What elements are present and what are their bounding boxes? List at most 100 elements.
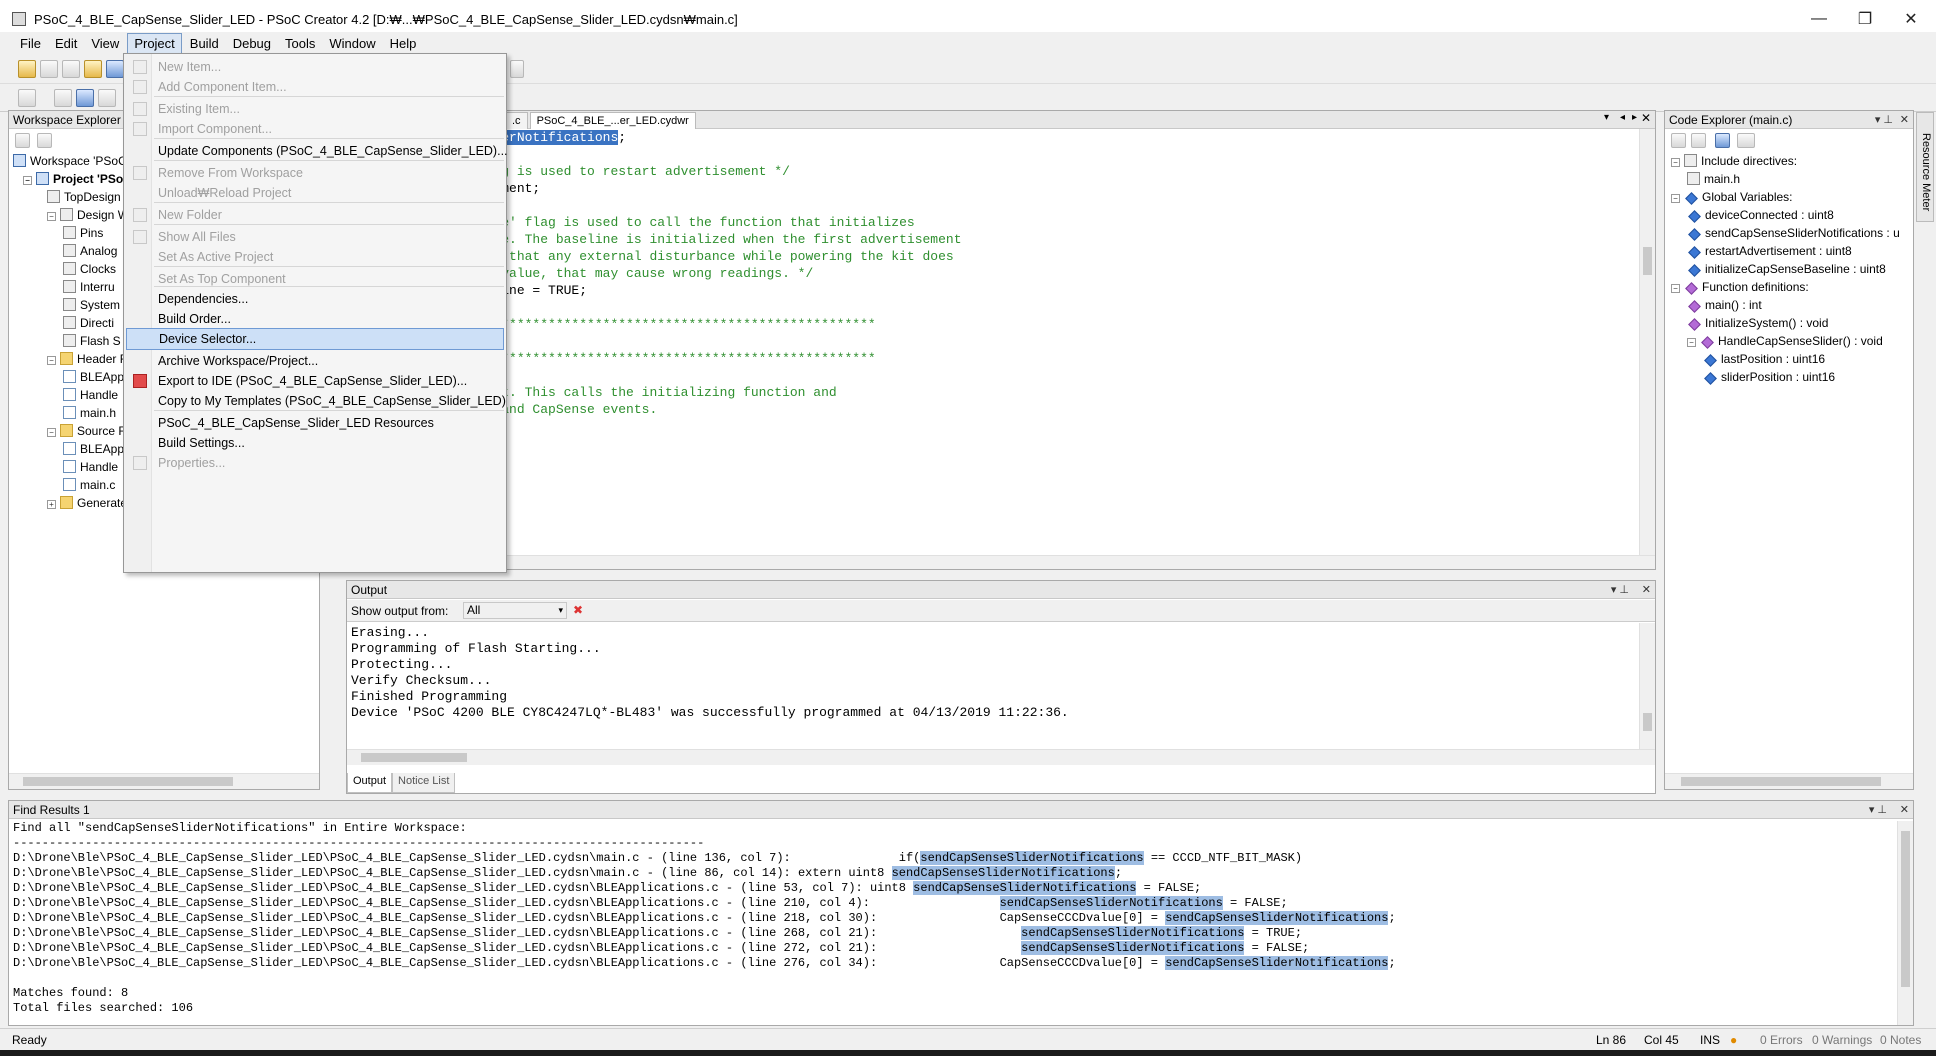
code-explorer-item[interactable]: sendCapSenseSliderNotifications : u xyxy=(1687,225,1900,242)
output-source-select[interactable]: All ▾ xyxy=(463,602,567,619)
build-icon[interactable] xyxy=(18,89,36,107)
code-explorer-item[interactable]: − Include directives: xyxy=(1671,153,1797,170)
find-result-row[interactable]: D:\Drone\Ble\PSoC_4_BLE_CapSense_Slider_… xyxy=(13,881,1201,896)
resource-meter-tab[interactable]: Resource Meter xyxy=(1916,112,1934,222)
tree-item[interactable]: Interru xyxy=(63,279,115,296)
add-item-icon[interactable] xyxy=(62,60,80,78)
tree-item[interactable]: − Source Fil xyxy=(47,423,131,440)
code-explorer-item[interactable]: lastPosition : uint16 xyxy=(1703,351,1825,368)
properties-icon[interactable] xyxy=(15,133,30,148)
close-tab-icon[interactable]: ✕ xyxy=(1641,111,1651,125)
find-results-text[interactable]: Find all "sendCapSenseSliderNotification… xyxy=(9,821,1893,1021)
tree-item[interactable]: Flash S xyxy=(63,333,121,350)
menu-window[interactable]: Window xyxy=(323,34,381,53)
collapse-icon[interactable]: − xyxy=(47,212,56,221)
collapse-icon[interactable]: − xyxy=(1671,158,1680,167)
find-result-row[interactable]: D:\Drone\Ble\PSoC_4_BLE_CapSense_Slider_… xyxy=(13,911,1396,926)
tree-item[interactable]: System xyxy=(63,297,120,314)
pin-icon[interactable]: ▾ ⊥ xyxy=(1875,111,1893,128)
tree-item[interactable]: BLEApp xyxy=(63,441,124,458)
find-result-row[interactable]: D:\Drone\Ble\PSoC_4_BLE_CapSense_Slider_… xyxy=(13,956,1396,971)
workspace-hscroll[interactable] xyxy=(9,773,319,789)
toolbar-dropdown-icon[interactable] xyxy=(510,60,524,78)
sort-order-icon[interactable] xyxy=(1737,133,1755,148)
program-icon[interactable] xyxy=(76,89,94,107)
menu-file[interactable]: File xyxy=(14,34,47,53)
tree-item[interactable]: Pins xyxy=(63,225,103,242)
collapse-icon[interactable]: − xyxy=(47,428,56,437)
errors-count[interactable]: 0 Errors xyxy=(1760,1033,1803,1047)
scroll-tabs-left-icon[interactable]: ◂ xyxy=(1620,112,1625,123)
tab-list-dropdown-icon[interactable]: ▾ xyxy=(1604,112,1609,123)
collapse-icon[interactable]: − xyxy=(1671,194,1680,203)
find-result-row[interactable]: D:\Drone\Ble\PSoC_4_BLE_CapSense_Slider_… xyxy=(13,941,1309,956)
tree-item[interactable]: − Header Fil xyxy=(47,351,132,368)
code-text-area[interactable]: t8 sendCapSenseSliderNotifications;tAdve… xyxy=(353,129,1637,555)
menu-item-build-order[interactable]: Build Order... xyxy=(126,308,504,330)
close-code-explorer-icon[interactable]: ✕ xyxy=(1900,111,1909,128)
tree-item[interactable]: TopDesign xyxy=(47,189,121,206)
open-folder-icon[interactable] xyxy=(84,60,102,78)
code-explorer-item[interactable]: main() : int xyxy=(1687,297,1762,314)
pin-icon[interactable]: ▾ ⊥ xyxy=(1869,801,1887,818)
save-icon[interactable] xyxy=(106,60,124,78)
menu-item-build-settings[interactable]: Build Settings... xyxy=(126,432,504,454)
code-explorer-item[interactable]: − Function definitions: xyxy=(1671,279,1809,296)
close-output-icon[interactable]: ✕ xyxy=(1642,581,1651,598)
close-find-results-icon[interactable]: ✕ xyxy=(1900,801,1909,818)
code-explorer-item[interactable]: restartAdvertisement : uint8 xyxy=(1687,243,1852,260)
cut-icon[interactable] xyxy=(54,89,72,107)
find-result-row[interactable]: D:\Drone\Ble\PSoC_4_BLE_CapSense_Slider_… xyxy=(13,851,1302,866)
output-hscroll[interactable] xyxy=(347,749,1655,765)
menu-debug[interactable]: Debug xyxy=(227,34,277,53)
editor-vscroll[interactable] xyxy=(1639,129,1655,555)
code-explorer-item[interactable]: deviceConnected : uint8 xyxy=(1687,207,1834,224)
collapse-icon[interactable] xyxy=(1691,133,1706,148)
code-explorer-item[interactable]: sliderPosition : uint16 xyxy=(1703,369,1835,386)
clear-output-icon[interactable]: ✖ xyxy=(573,603,583,617)
tree-item[interactable]: Workspace 'PSoC xyxy=(13,153,127,170)
tree-item[interactable]: − Design Wi xyxy=(47,207,132,224)
tree-item[interactable]: − Project 'PSoC xyxy=(23,171,132,188)
refresh-icon[interactable] xyxy=(37,133,52,148)
menu-item-device-selector[interactable]: Device Selector... xyxy=(126,328,504,350)
collapse-icon[interactable]: − xyxy=(1687,338,1696,347)
warnings-count[interactable]: 0 Warnings xyxy=(1812,1033,1872,1047)
editor-hscroll[interactable] xyxy=(347,555,1655,569)
menu-item-export-to-ide-psoc-4-ble-capsense-slider[interactable]: Export to IDE (PSoC_4_BLE_CapSense_Slide… xyxy=(126,370,504,392)
pin-icon[interactable]: ▾ ⊥ xyxy=(1611,581,1629,598)
find-result-row[interactable]: D:\Drone\Ble\PSoC_4_BLE_CapSense_Slider_… xyxy=(13,896,1288,911)
tree-item[interactable]: Directi xyxy=(63,315,114,332)
tree-item[interactable]: Handle xyxy=(63,387,118,404)
menu-build[interactable]: Build xyxy=(184,34,225,53)
menu-project[interactable]: Project xyxy=(127,32,182,54)
collapse-icon[interactable]: − xyxy=(47,356,56,365)
tree-item[interactable]: BLEApp xyxy=(63,369,124,386)
collapse-icon[interactable]: − xyxy=(23,176,32,185)
menu-view[interactable]: View xyxy=(85,34,125,53)
tree-item[interactable]: Handle xyxy=(63,459,118,476)
find-result-row[interactable]: D:\Drone\Ble\PSoC_4_BLE_CapSense_Slider_… xyxy=(13,926,1302,941)
find-result-row[interactable]: D:\Drone\Ble\PSoC_4_BLE_CapSense_Slider_… xyxy=(13,866,1122,881)
menu-item-dependencies[interactable]: Dependencies... xyxy=(126,288,504,310)
sort-icon[interactable] xyxy=(1671,133,1686,148)
expand-icon[interactable]: + xyxy=(47,500,56,509)
menu-item-update-components-psoc-4-ble-capsense-sl[interactable]: Update Components (PSoC_4_BLE_CapSense_S… xyxy=(126,140,508,162)
code-explorer-hscroll[interactable] xyxy=(1665,773,1913,789)
output-vscroll[interactable] xyxy=(1639,623,1655,749)
new-project-icon[interactable] xyxy=(18,60,36,78)
editor-tab[interactable]: PSoC_4_BLE_...er_LED.cydwr xyxy=(529,112,696,129)
debug-icon[interactable] xyxy=(98,89,116,107)
menu-item-psoc-4-ble-capsense-slider-led-resources[interactable]: PSoC_4_BLE_CapSense_Slider_LED Resources xyxy=(126,412,504,434)
panel-splitter[interactable] xyxy=(322,760,336,790)
code-explorer-item[interactable]: InitializeSystem() : void xyxy=(1687,315,1828,332)
scroll-tabs-right-icon[interactable]: ▸ xyxy=(1632,112,1637,123)
tree-item[interactable]: main.h xyxy=(63,405,116,422)
code-explorer-item[interactable]: initializeCapSenseBaseline : uint8 xyxy=(1687,261,1886,278)
find-results-vscroll[interactable] xyxy=(1897,821,1913,1025)
code-explorer-item[interactable]: main.h xyxy=(1687,171,1740,188)
filter-icon[interactable] xyxy=(1715,133,1730,148)
notes-count[interactable]: 0 Notes xyxy=(1880,1033,1921,1047)
output-tab-output[interactable]: Output xyxy=(347,773,393,793)
menu-item-copy-to-my-templates-psoc-4-ble-capsense[interactable]: Copy to My Templates (PSoC_4_BLE_CapSens… xyxy=(126,390,506,412)
